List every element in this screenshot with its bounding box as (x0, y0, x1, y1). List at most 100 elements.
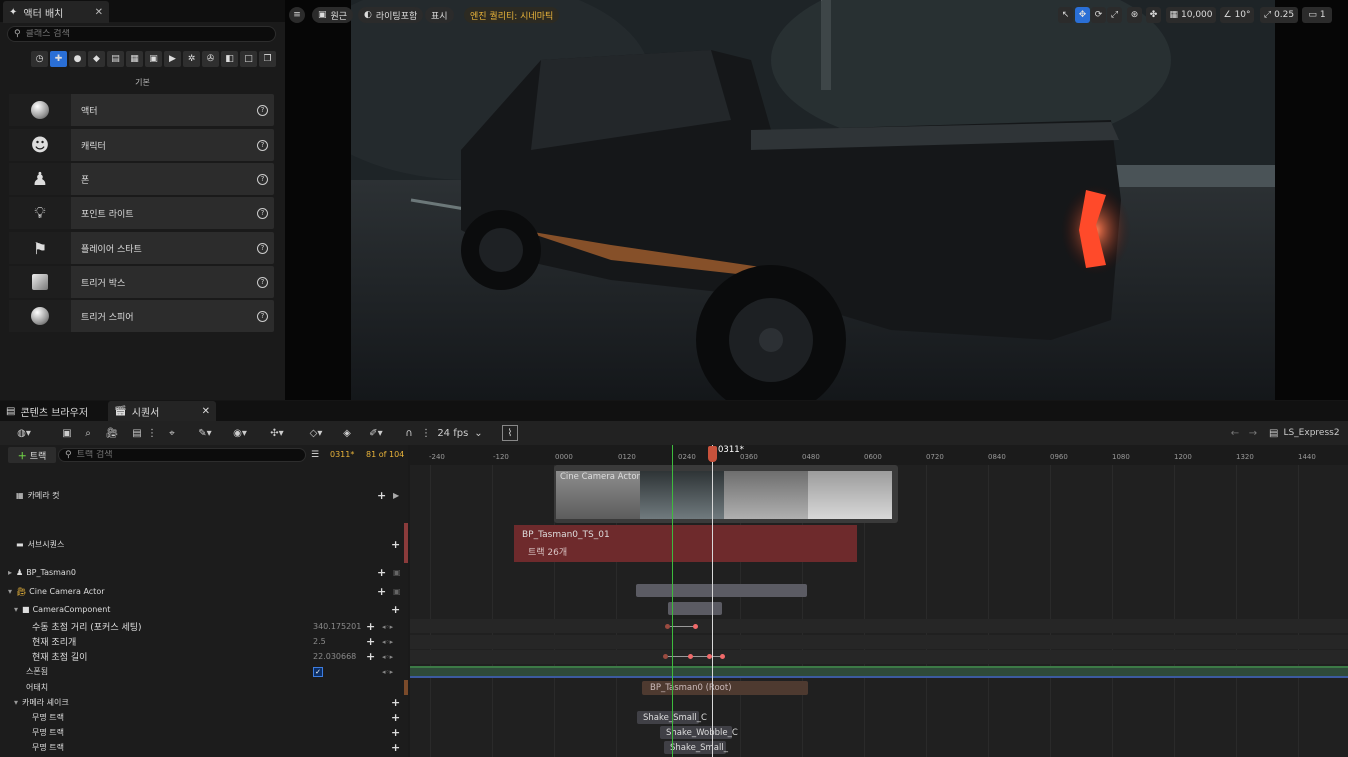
particles-category-icon[interactable]: ✲ (183, 51, 200, 67)
camera-icon[interactable]: ▶ (393, 491, 399, 500)
help-icon[interactable]: ? (257, 310, 268, 322)
snap-magnet-icon[interactable]: ∩ (402, 425, 416, 441)
spawned-track[interactable]: 스폰됨 ✓ ◂◦▸ (0, 664, 408, 679)
find-in-content-icon[interactable]: ⌕ (80, 425, 96, 441)
render-movie-icon[interactable]: 🎥︎ (104, 425, 120, 441)
geometry-category-icon[interactable]: ◧ (221, 51, 238, 67)
keyframe[interactable] (688, 654, 693, 659)
key-icon[interactable]: ◈ (340, 425, 354, 441)
actor-item-pawn[interactable]: ♟ 폰 ? (9, 163, 274, 195)
current-aperture-track[interactable]: 현재 조리개 2.5 + ◂◦▸ (0, 634, 408, 649)
add-icon[interactable]: + (391, 603, 400, 616)
camera-icon[interactable]: ▣ (393, 568, 401, 577)
camera-component-section[interactable] (668, 602, 722, 615)
add-icon[interactable]: + (377, 566, 386, 579)
cine-camera-track[interactable]: ▾ 🎥︎ Cine Camera Actor + ▣ (0, 583, 408, 599)
more-options-icon[interactable]: ⋮ (147, 425, 157, 441)
cine-camera-section[interactable] (636, 584, 807, 597)
recent-icon[interactable]: ◷ (31, 51, 48, 67)
world-local-icon[interactable]: ⊛ (1127, 7, 1142, 23)
rotation-snap-button[interactable]: ∠ 10° (1220, 7, 1254, 23)
select-mode-icon[interactable]: ↖ (1058, 7, 1073, 23)
add-icon[interactable]: + (391, 711, 400, 724)
keyframe[interactable] (693, 624, 698, 629)
keyframe[interactable] (720, 654, 725, 659)
key-navigation-icon[interactable]: ◂◦▸ (382, 653, 393, 661)
focal-length-lane[interactable] (410, 650, 1348, 664)
actor-item-point-light[interactable]: 💡︎ 포인트 라이트 ? (9, 197, 274, 229)
help-icon[interactable]: ? (257, 173, 268, 185)
show-button[interactable]: 표시 (425, 7, 454, 23)
attach-section[interactable]: BP_Tasman0 (Root) (642, 681, 808, 695)
playback-start-marker[interactable] (672, 445, 673, 757)
rotate-icon[interactable]: ⟳ (1091, 7, 1106, 23)
save-icon[interactable]: ▣ (60, 425, 74, 441)
surface-snap-icon[interactable]: ✤ (1146, 7, 1161, 23)
aperture-lane[interactable] (410, 635, 1348, 649)
engine-quality-button[interactable]: 엔진 퀄리티: 시네마틱 (464, 7, 560, 23)
camera-icon[interactable]: ▣ (393, 587, 401, 596)
actor-item-trigger-sphere[interactable]: 트리거 스피어 ? (9, 300, 274, 332)
current-focal-length-value[interactable]: 22.030668 (313, 652, 356, 661)
collapse-arrow-icon[interactable]: ▾ (14, 698, 18, 707)
help-icon[interactable]: ? (257, 139, 268, 151)
add-key-icon[interactable]: + (366, 620, 375, 633)
spawned-lane[interactable] (410, 666, 1348, 678)
camera-shake-track[interactable]: ▾ 카메라 셰이크 + (0, 695, 408, 710)
class-search-field[interactable] (25, 29, 269, 39)
curve-tools-icon[interactable]: ✐▾ (364, 425, 388, 441)
add-icon[interactable]: + (391, 726, 400, 739)
tools-icon[interactable]: ✎▾ (193, 425, 217, 441)
fps-selector[interactable]: 24 fps ⌄ (437, 425, 483, 441)
scale-icon[interactable]: ⤢ (1107, 7, 1122, 23)
lighting-mode-button[interactable]: ◐ 라이팅포함 (358, 7, 424, 23)
shapes-category-icon[interactable]: ◆ (88, 51, 105, 67)
shake-section[interactable]: Shake_Small_C (637, 711, 707, 724)
bp-tasman-track[interactable]: ▸ ♟ BP_Tasman0 + ▣ (0, 564, 408, 580)
add-track-button[interactable]: ＋ 트랙 (8, 447, 56, 463)
add-icon[interactable]: + (391, 696, 400, 709)
attach-track[interactable]: 어태치 (0, 680, 408, 695)
timeline-area[interactable]: -240 -120 0000 0120 0240 0360 0480 0600 … (410, 445, 1348, 757)
viewport-scene[interactable] (351, 0, 1275, 400)
unnamed-track-3[interactable]: 무명 트랙 + (0, 740, 408, 755)
subsequence-track[interactable]: ▬ 서브시퀀스 + (0, 534, 408, 554)
key-options-icon[interactable]: ◇▾ (303, 425, 329, 441)
playhead-line[interactable] (712, 445, 713, 757)
add-icon[interactable]: + (391, 741, 400, 754)
place-actors-tab[interactable]: ✦ 액터 배치 ✕ (3, 1, 109, 23)
help-icon[interactable]: ? (257, 276, 268, 288)
camera-speed-button[interactable]: ▭ 1 (1302, 7, 1332, 23)
help-icon[interactable]: ? (257, 207, 268, 219)
view-mode-button[interactable]: ▣ 원근 (312, 7, 354, 23)
more-options-icon[interactable]: ⋮ (421, 425, 431, 441)
manual-focus-lane[interactable] (410, 619, 1348, 633)
forward-arrow-icon[interactable]: → (1246, 425, 1260, 441)
filter-icon[interactable]: ☰ (311, 450, 319, 460)
camera-component-track[interactable]: ▾ ■ CameraComponent + (0, 602, 408, 617)
manual-focus-track[interactable]: 수동 초점 거리 (포커스 세팅) 340.175201 + ◂◦▸ (0, 619, 408, 634)
translate-icon[interactable]: ✥ (1075, 7, 1090, 23)
add-icon[interactable]: + (391, 538, 400, 551)
key-navigation-icon[interactable]: ◂◦▸ (382, 623, 393, 631)
collapse-arrow-icon[interactable]: ▾ (14, 605, 18, 614)
current-focal-length-track[interactable]: 현재 초점 길이 22.030668 + ◂◦▸ (0, 649, 408, 664)
track-search-input[interactable]: ⚲ (58, 448, 306, 462)
world-context-icon[interactable]: ◍▾ (12, 425, 36, 441)
visual-effects-category-icon[interactable]: ▦ (126, 51, 143, 67)
actions-icon[interactable]: ⌖ (163, 425, 181, 441)
cinematic-category-icon[interactable]: ▤ (107, 51, 124, 67)
help-icon[interactable]: ? (257, 242, 268, 254)
actor-item-trigger-box[interactable]: 트리거 박스 ? (9, 266, 274, 298)
box-category-icon[interactable]: □ (240, 51, 257, 67)
viewport-menu-icon[interactable]: ≡ (289, 7, 305, 23)
unnamed-track-1[interactable]: 무명 트랙 + (0, 710, 408, 725)
camera-cuts-track[interactable]: ▦ 카메라 컷 + ▶ (0, 485, 408, 505)
subsequence-clip[interactable]: BP_Tasman0_TS_01 트랙 26개 (514, 525, 857, 562)
layers-category-icon[interactable]: ❐ (259, 51, 276, 67)
back-arrow-icon[interactable]: ← (1228, 425, 1242, 441)
lights-category-icon[interactable]: ● (69, 51, 86, 67)
sequence-breadcrumb[interactable]: ▤ LS_Express2 (1269, 425, 1348, 441)
volumes-category-icon[interactable]: ▣ (145, 51, 162, 67)
media-category-icon[interactable]: ▶ (164, 51, 181, 67)
